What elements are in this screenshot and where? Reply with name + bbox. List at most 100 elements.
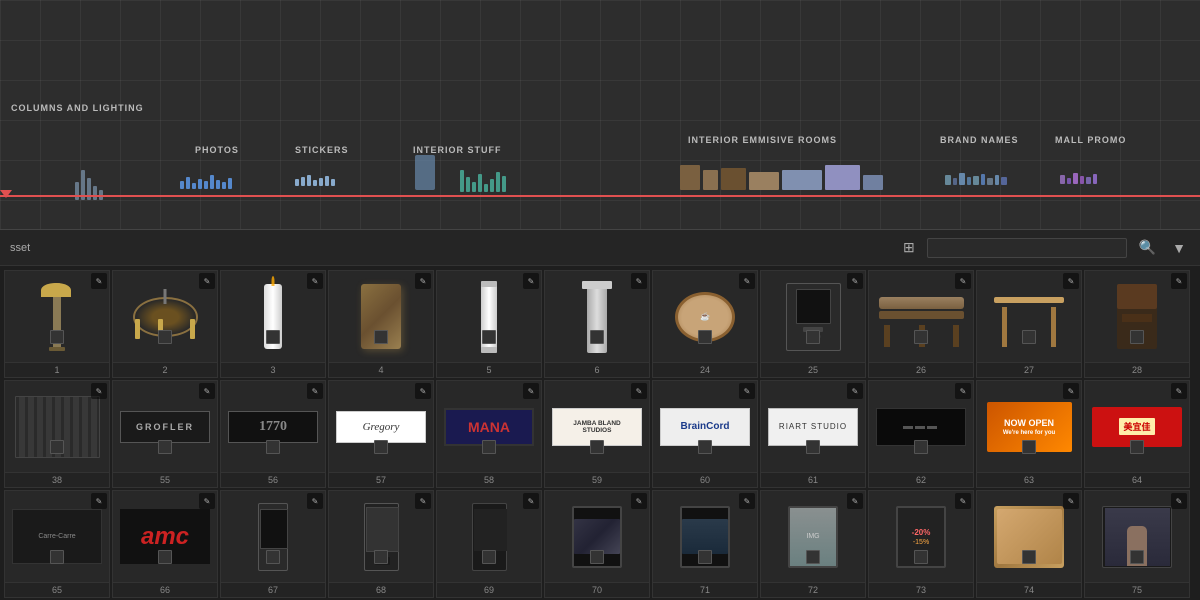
- asset-checkbox[interactable]: [698, 330, 712, 344]
- asset-checkbox[interactable]: [158, 330, 172, 344]
- asset-item[interactable]: ✎ Carre-Carre 65: [4, 490, 110, 598]
- asset-checkbox[interactable]: [482, 550, 496, 564]
- edit-icon[interactable]: ✎: [631, 273, 647, 289]
- asset-checkbox[interactable]: [914, 440, 928, 454]
- edit-icon[interactable]: ✎: [631, 383, 647, 399]
- asset-item[interactable]: ✎ 28: [1084, 270, 1190, 378]
- edit-icon[interactable]: ✎: [1063, 383, 1079, 399]
- edit-icon[interactable]: ✎: [523, 273, 539, 289]
- asset-item[interactable]: ✎ 4: [328, 270, 434, 378]
- asset-item[interactable]: ✎ JAMBA BLANDSTUDIOS 59: [544, 380, 650, 488]
- asset-checkbox[interactable]: [806, 330, 820, 344]
- edit-icon[interactable]: ✎: [1063, 493, 1079, 509]
- asset-checkbox[interactable]: [1130, 440, 1144, 454]
- edit-icon[interactable]: ✎: [847, 493, 863, 509]
- edit-icon[interactable]: ✎: [739, 383, 755, 399]
- asset-checkbox[interactable]: [50, 330, 64, 344]
- asset-checkbox[interactable]: [50, 550, 64, 564]
- playhead-line[interactable]: [0, 195, 1200, 197]
- edit-icon[interactable]: ✎: [1171, 493, 1187, 509]
- asset-item[interactable]: ✎ 5: [436, 270, 542, 378]
- asset-grid[interactable]: ✎ 1 ✎ 2: [0, 266, 1200, 600]
- asset-item[interactable]: ✎ NOW OPEN We're here for you 63: [976, 380, 1082, 488]
- edit-icon[interactable]: ✎: [955, 493, 971, 509]
- asset-item[interactable]: ✎ 67: [220, 490, 326, 598]
- asset-checkbox[interactable]: [50, 440, 64, 454]
- asset-checkbox[interactable]: [266, 440, 280, 454]
- asset-item[interactable]: ✎ 75: [1084, 490, 1190, 598]
- filter-icon[interactable]: ▼: [1168, 238, 1190, 258]
- asset-checkbox[interactable]: [1022, 550, 1036, 564]
- asset-item[interactable]: ✎ 6: [544, 270, 650, 378]
- asset-item[interactable]: ✎ 美宜佳 64: [1084, 380, 1190, 488]
- asset-checkbox[interactable]: [914, 550, 928, 564]
- asset-item[interactable]: ✎ 74: [976, 490, 1082, 598]
- asset-item[interactable]: ✎ 3: [220, 270, 326, 378]
- asset-checkbox[interactable]: [266, 550, 280, 564]
- edit-icon[interactable]: ✎: [307, 273, 323, 289]
- asset-item[interactable]: ✎ 26: [868, 270, 974, 378]
- edit-icon[interactable]: ✎: [91, 383, 107, 399]
- asset-checkbox[interactable]: [266, 330, 280, 344]
- asset-checkbox[interactable]: [158, 440, 172, 454]
- asset-checkbox[interactable]: [1130, 550, 1144, 564]
- asset-checkbox[interactable]: [1022, 330, 1036, 344]
- asset-item[interactable]: ✎ 68: [328, 490, 434, 598]
- asset-item[interactable]: ✎ BrainCord 60: [652, 380, 758, 488]
- edit-icon[interactable]: ✎: [415, 493, 431, 509]
- asset-checkbox[interactable]: [914, 330, 928, 344]
- asset-item[interactable]: ✎ MANA 58: [436, 380, 542, 488]
- asset-checkbox[interactable]: [590, 330, 604, 344]
- edit-icon[interactable]: ✎: [523, 383, 539, 399]
- edit-icon[interactable]: ✎: [91, 273, 107, 289]
- asset-checkbox[interactable]: [698, 440, 712, 454]
- asset-item[interactable]: ✎ 70: [544, 490, 650, 598]
- asset-checkbox[interactable]: [374, 550, 388, 564]
- asset-checkbox[interactable]: [590, 440, 604, 454]
- edit-icon[interactable]: ✎: [631, 493, 647, 509]
- search-input[interactable]: [927, 238, 1127, 258]
- edit-icon[interactable]: ✎: [955, 383, 971, 399]
- search-icon[interactable]: 🔍: [1135, 237, 1160, 258]
- asset-item[interactable]: ✎ Gregory 57: [328, 380, 434, 488]
- edit-icon[interactable]: ✎: [847, 383, 863, 399]
- asset-item[interactable]: ✎ 1: [4, 270, 110, 378]
- edit-icon[interactable]: ✎: [739, 273, 755, 289]
- asset-item[interactable]: ✎ -20% -15% 73: [868, 490, 974, 598]
- edit-icon[interactable]: ✎: [307, 493, 323, 509]
- asset-checkbox[interactable]: [590, 550, 604, 564]
- asset-checkbox[interactable]: [806, 440, 820, 454]
- edit-icon[interactable]: ✎: [847, 273, 863, 289]
- edit-icon[interactable]: ✎: [307, 383, 323, 399]
- asset-checkbox[interactable]: [1022, 440, 1036, 454]
- asset-item[interactable]: ✎ amc 66: [112, 490, 218, 598]
- asset-checkbox[interactable]: [806, 550, 820, 564]
- asset-checkbox[interactable]: [482, 440, 496, 454]
- asset-item[interactable]: ✎ ▬▬▬ 62: [868, 380, 974, 488]
- asset-item[interactable]: ✎ 25: [760, 270, 866, 378]
- edit-icon[interactable]: ✎: [415, 273, 431, 289]
- edit-icon[interactable]: ✎: [199, 273, 215, 289]
- asset-item[interactable]: ✎ GROFLER 55: [112, 380, 218, 488]
- asset-checkbox[interactable]: [374, 330, 388, 344]
- asset-checkbox[interactable]: [698, 550, 712, 564]
- edit-icon[interactable]: ✎: [1171, 383, 1187, 399]
- edit-icon[interactable]: ✎: [199, 383, 215, 399]
- edit-icon[interactable]: ✎: [415, 383, 431, 399]
- asset-checkbox[interactable]: [158, 550, 172, 564]
- asset-item[interactable]: ✎ 27: [976, 270, 1082, 378]
- asset-item[interactable]: ✎ 71: [652, 490, 758, 598]
- edit-icon[interactable]: ✎: [523, 493, 539, 509]
- asset-item[interactable]: ✎ 2: [112, 270, 218, 378]
- asset-checkbox[interactable]: [374, 440, 388, 454]
- asset-checkbox[interactable]: [1130, 330, 1144, 344]
- asset-item[interactable]: ✎ 38: [4, 380, 110, 488]
- edit-icon[interactable]: ✎: [1171, 273, 1187, 289]
- asset-item[interactable]: ✎ ☕ 24: [652, 270, 758, 378]
- asset-item[interactable]: ✎ 69: [436, 490, 542, 598]
- edit-icon[interactable]: ✎: [955, 273, 971, 289]
- edit-icon[interactable]: ✎: [1063, 273, 1079, 289]
- asset-item[interactable]: ✎ 1770 56: [220, 380, 326, 488]
- grid-view-icon[interactable]: ⊞: [899, 237, 919, 258]
- asset-item[interactable]: ✎ IMG 72: [760, 490, 866, 598]
